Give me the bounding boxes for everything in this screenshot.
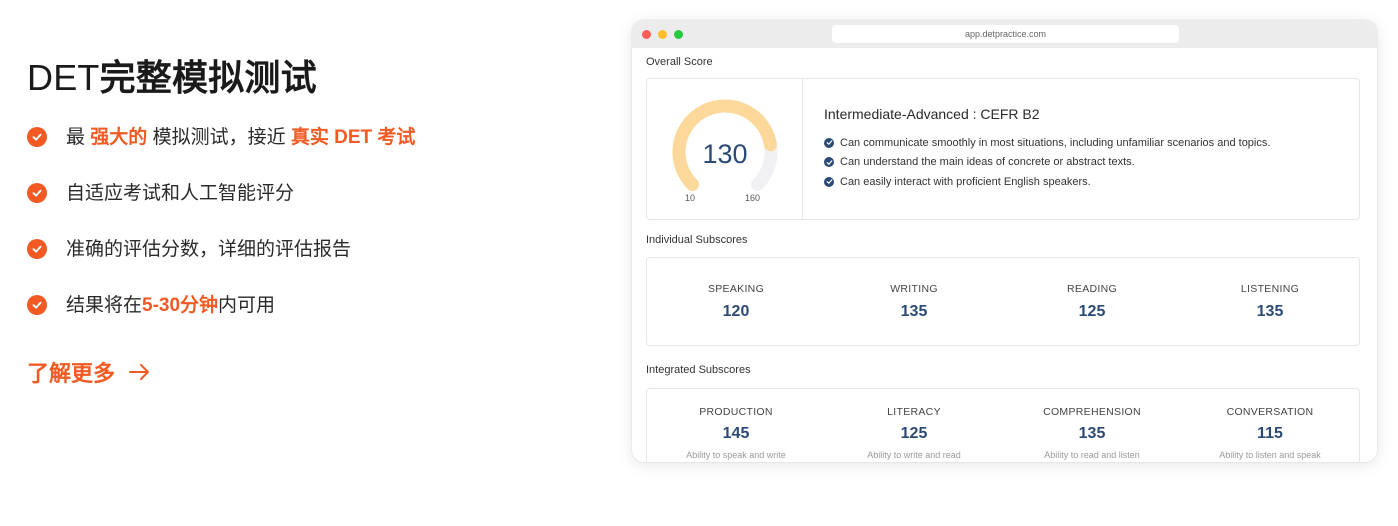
subscore-label: READING [1067,283,1117,295]
subscore-value: 135 [900,303,928,320]
subscore-conversation: CONVERSATION 115 Ability to listen and s… [1181,389,1359,462]
level-description-list: Can communicate smoothly in most situati… [824,133,1270,192]
level-description-text: Can easily interact with proficient Engl… [840,175,1091,188]
feature-item: 最 强大的 模拟测试，接近 真实 DET 考试 [27,122,587,178]
subscore-value: 135 [1078,425,1106,442]
level-description-text: Can communicate smoothly in most situati… [840,136,1271,149]
subscore-label: COMPREHENSION [1043,406,1141,418]
subscore-value: 145 [722,425,750,442]
close-window-icon[interactable] [642,30,651,39]
maximize-window-icon[interactable] [674,30,683,39]
subscore-speaking: SPEAKING 120 [647,258,825,345]
feature-text-part: 准确的评估分数，详细的评估报告 [66,239,352,260]
subscore-description: Ability to listen and speak [1219,450,1321,460]
subscore-description: Ability to write and read [867,450,961,460]
gauge-min-label: 10 [685,193,696,203]
subscore-comprehension: COMPREHENSION 135 Ability to read and li… [1003,389,1181,462]
subscore-listening: LISTENING 135 [1181,258,1359,345]
check-circle-icon [27,239,47,259]
level-description-text: Can understand the main ideas of concret… [840,156,1135,169]
level-description-item: Can communicate smoothly in most situati… [824,133,1270,153]
check-circle-icon [27,127,47,147]
feature-text: 准确的评估分数，详细的评估报告 [66,234,351,266]
check-circle-icon [824,157,834,168]
subscore-reading: READING 125 [1003,258,1181,345]
subscore-label: LITERACY [887,406,941,418]
feature-item: 自适应考试和人工智能评分 [27,178,587,234]
title-bold: 完整模拟测试 [99,57,317,98]
feature-highlight: 5-30分钟 [142,295,219,316]
feature-list: 最 强大的 模拟测试，接近 真实 DET 考试 自适应考试和人工智能评分 准确的… [27,122,587,346]
overall-score-value: 130 [702,139,748,169]
learn-more-label: 了解更多 [27,361,116,386]
feature-text: 最 强大的 模拟测试，接近 真实 DET 考试 [66,122,415,154]
subscore-label: PRODUCTION [699,406,773,418]
level-description-item: Can understand the main ideas of concret… [824,153,1270,173]
subscore-label: CONVERSATION [1226,406,1314,418]
subscore-value: 120 [722,303,750,320]
subscore-production: PRODUCTION 145 Ability to speak and writ… [647,389,825,462]
check-circle-icon [27,295,47,315]
integrated-subscores-title: Integrated Subscores [646,364,751,376]
overall-score-title: Overall Score [646,56,713,68]
subscore-label: WRITING [890,283,938,295]
browser-toolbar: app.detpractice.com [632,20,1377,48]
subscore-label: SPEAKING [707,283,765,295]
arrow-right-icon [129,364,150,380]
feature-text-part: 最 [66,127,91,148]
check-circle-icon [824,176,834,187]
level-description-item: Can easily interact with proficient Engl… [824,172,1270,192]
feature-text-part: 自适应考试和人工智能评分 [66,183,295,204]
feature-item: 准确的评估分数，详细的评估报告 [27,234,587,290]
hero-section: DET完整模拟测试 最 强大的 模拟测试，接近 真实 DET 考试 自适应考试和… [27,0,587,526]
feature-text: 自适应考试和人工智能评分 [66,178,294,210]
check-circle-icon [824,137,834,148]
feature-text-part: 结果将在 [66,295,143,316]
feature-item: 结果将在5-30分钟内可用 [27,290,587,346]
title-prefix: DET [27,57,100,98]
score-gauge: 130 10 160 [647,79,803,219]
subscore-value: 125 [900,425,928,442]
address-bar[interactable]: app.detpractice.com [832,25,1179,43]
feature-text: 结果将在5-30分钟内可用 [66,290,275,322]
minimize-window-icon[interactable] [658,30,667,39]
individual-subscores-title: Individual Subscores [646,234,748,246]
subscore-literacy: LITERACY 125 Ability to write and read [825,389,1003,462]
subscore-value: 115 [1257,425,1283,442]
cefr-level: Intermediate-Advanced : CEFR B2 [824,106,1040,122]
subscore-value: 135 [1256,303,1284,320]
subscore-description: Ability to speak and write [686,450,786,460]
subscore-value: 125 [1078,303,1106,320]
page-title: DET完整模拟测试 [27,49,317,101]
subscore-label: LISTENING [1240,283,1300,295]
integrated-subscores-card: PRODUCTION 145 Ability to speak and writ… [646,388,1360,462]
feature-highlight: 强大的 [90,127,148,148]
report-content: Overall Score 130 10 160 Intermediate-Ad… [632,48,1377,462]
gauge-max-label: 160 [745,193,761,203]
feature-highlight: 真实 DET 考试 [290,127,416,148]
overall-score-card: 130 10 160 Intermediate-Advanced : CEFR … [646,78,1360,220]
individual-subscores-card: SPEAKING 120 WRITING 135 READING 125 LIS… [646,257,1360,346]
learn-more-link[interactable]: 了解更多 [27,356,151,388]
feature-text-part: 内可用 [218,295,276,316]
subscore-description: Ability to read and listen [1044,450,1140,460]
check-circle-icon [27,183,47,203]
feature-text-part: 模拟测试，接近 [147,127,291,148]
subscore-writing: WRITING 135 [825,258,1003,345]
browser-window: app.detpractice.com Overall Score 130 10… [632,20,1377,462]
